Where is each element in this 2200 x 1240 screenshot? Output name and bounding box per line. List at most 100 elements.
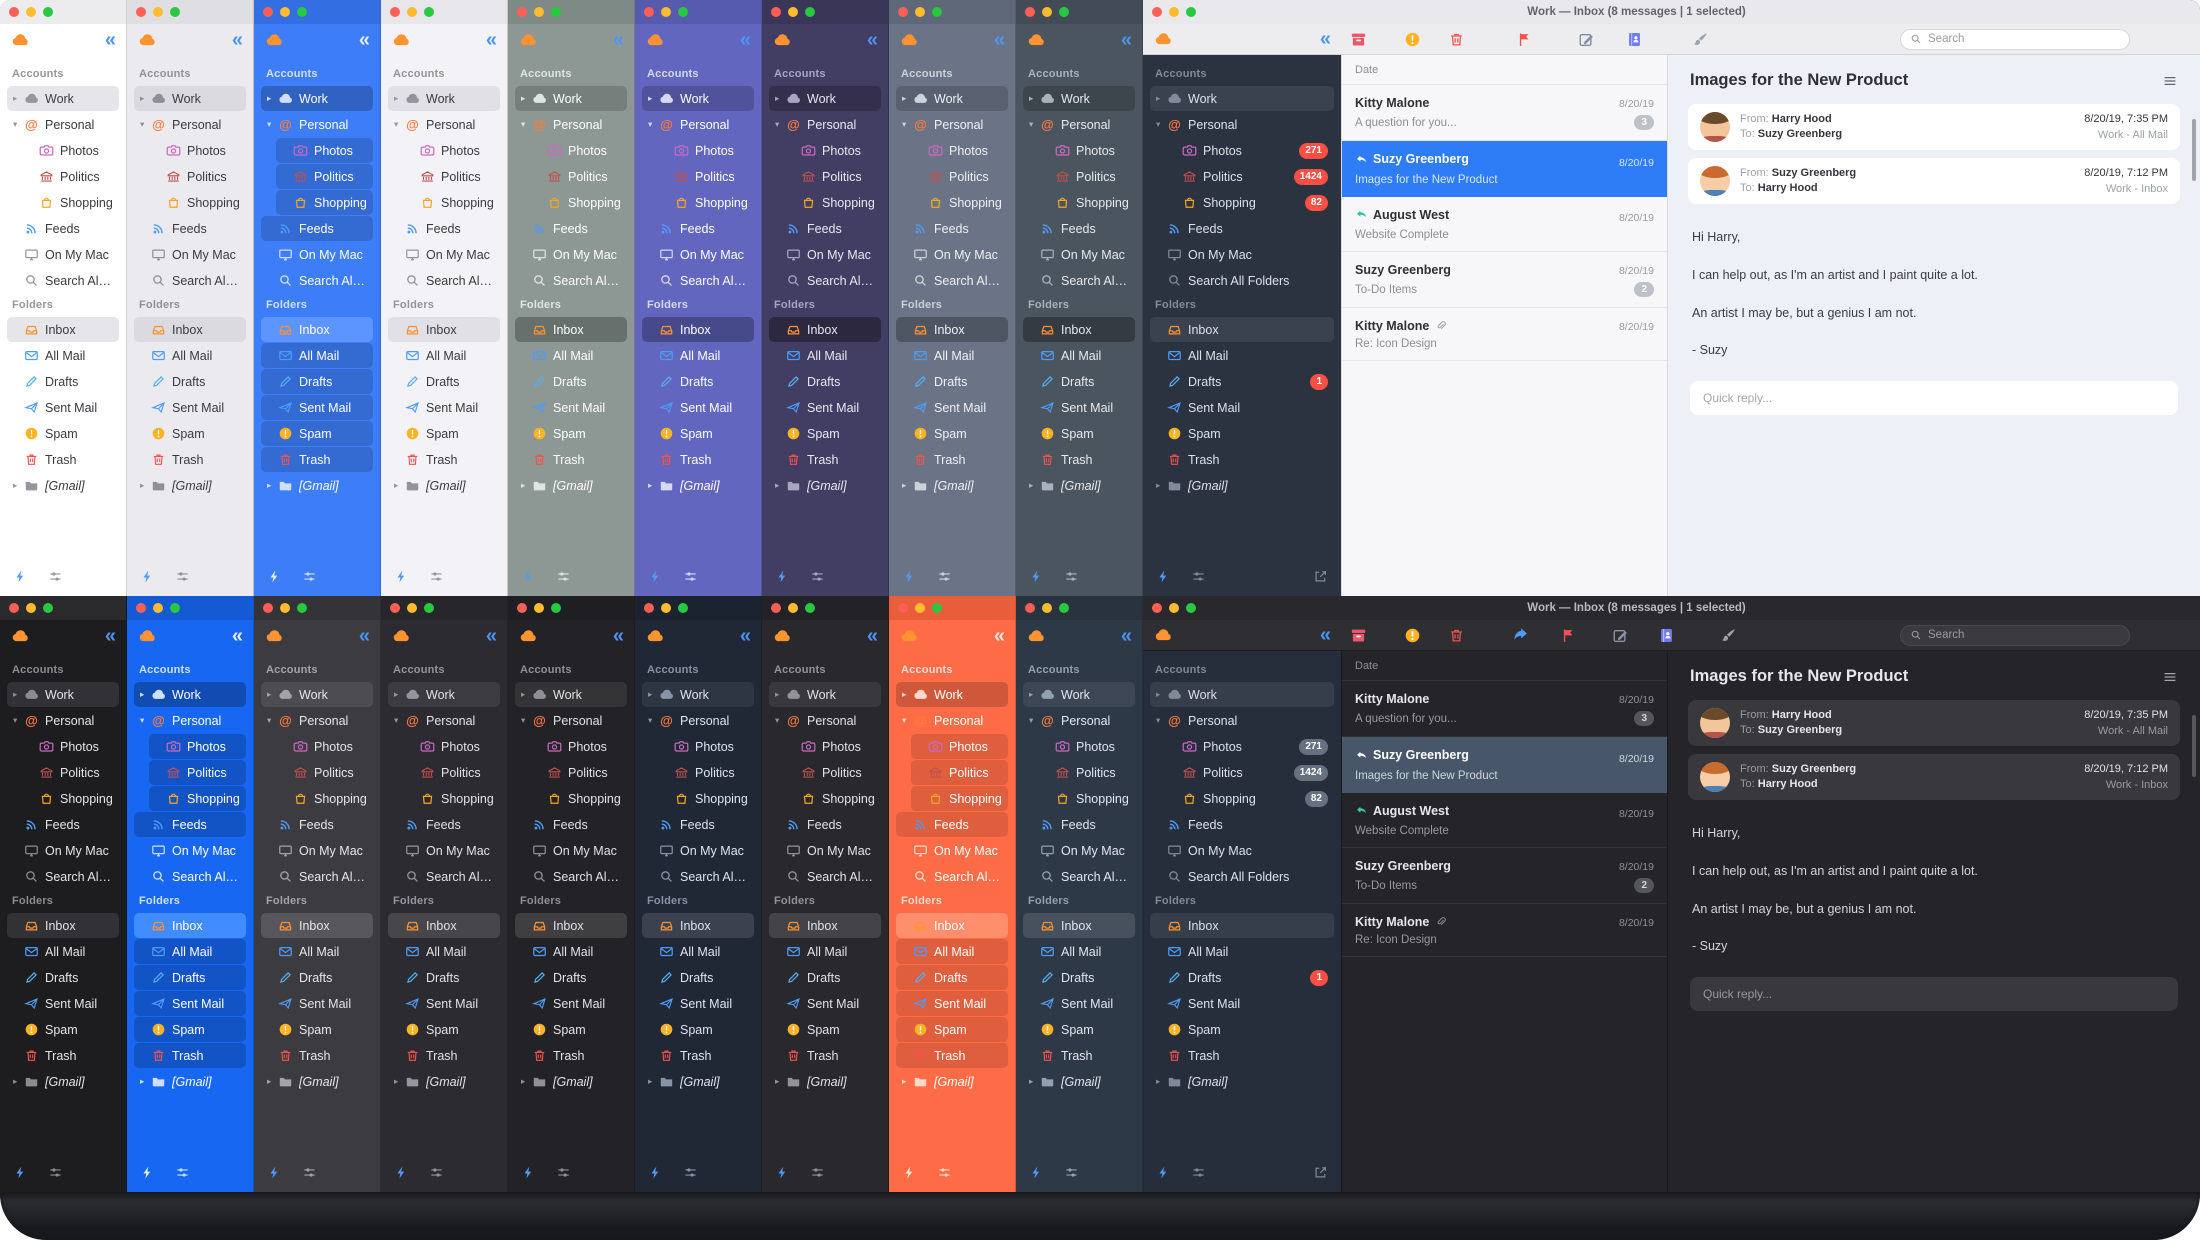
sidebar-item-work[interactable]: ▸Work <box>1150 86 1334 111</box>
disclosure-icon[interactable]: ▸ <box>13 481 24 490</box>
sidebar-item-sent-mail[interactable]: Sent Mail <box>134 395 246 420</box>
sidebar-item-work[interactable]: ▸Work <box>896 86 1008 111</box>
cloud-icon[interactable] <box>1027 627 1045 645</box>
sidebar-item-search-all-folders[interactable]: Search All Folders <box>1150 864 1334 889</box>
lightning-icon[interactable] <box>648 569 663 584</box>
sidebar-item-politics[interactable]: Politics <box>911 164 1008 189</box>
sidebar-item-photos[interactable]: Photos <box>530 734 627 759</box>
sidebar-item-on-my-mac[interactable]: On My Mac <box>134 838 246 863</box>
sidebar-item-drafts[interactable]: Drafts <box>261 965 373 990</box>
disclosure-icon[interactable]: ▸ <box>1156 690 1167 699</box>
collapse-sidebar-icon[interactable]: « <box>1121 626 1131 646</box>
message-list-item[interactable]: August West8/20/19Website Complete <box>1342 793 1667 849</box>
sidebar-item-politics[interactable]: Politics1424 <box>1165 760 1334 785</box>
sidebar-item-spam[interactable]: Spam <box>1023 1017 1135 1042</box>
sidebar-item-trash[interactable]: Trash <box>896 1043 1008 1068</box>
disclosure-icon[interactable]: ▾ <box>1156 120 1167 129</box>
sidebar-item-photos[interactable]: Photos <box>1038 734 1135 759</box>
sidebar-item-politics[interactable]: Politics <box>911 760 1008 785</box>
disclosure-icon[interactable]: ▸ <box>267 94 278 103</box>
sliders-icon[interactable] <box>556 569 571 584</box>
sliders-icon[interactable] <box>937 569 952 584</box>
sliders-icon[interactable] <box>1064 569 1079 584</box>
sidebar-item-personal[interactable]: ▾@Personal <box>388 708 500 733</box>
cloud-icon[interactable] <box>773 31 791 49</box>
traffic-light-green[interactable] <box>551 7 561 17</box>
sidebar-item-on-my-mac[interactable]: On My Mac <box>515 838 627 863</box>
sidebar-item-gmail[interactable]: ▸[Gmail] <box>1023 473 1135 498</box>
traffic-light-yellow[interactable] <box>1042 7 1052 17</box>
sidebar-item-spam[interactable]: Spam <box>1150 1017 1334 1042</box>
disclosure-icon[interactable]: ▾ <box>13 120 24 129</box>
sidebar-item-gmail[interactable]: ▸[Gmail] <box>134 1069 246 1094</box>
traffic-light-green[interactable] <box>932 603 942 613</box>
message-list-item[interactable]: August West8/20/19Website Complete <box>1342 197 1667 253</box>
disclosure-icon[interactable]: ▸ <box>521 481 532 490</box>
traffic-light-green[interactable] <box>551 603 561 613</box>
traffic-light-yellow[interactable] <box>661 603 671 613</box>
sidebar-item-photos[interactable]: Photos <box>403 138 500 163</box>
message-list-item[interactable]: Suzy Greenberg8/20/19To-Do Items2 <box>1342 848 1667 904</box>
message-list-item[interactable]: Kitty Malone8/20/19Re: Icon Design <box>1342 904 1667 957</box>
sidebar-item-work[interactable]: ▸Work <box>261 682 373 707</box>
cloud-icon[interactable] <box>1154 626 1172 644</box>
cloud-icon[interactable] <box>773 627 791 645</box>
sidebar-item-on-my-mac[interactable]: On My Mac <box>515 242 627 267</box>
sidebar-item-drafts[interactable]: Drafts <box>1023 369 1135 394</box>
sidebar-item-gmail[interactable]: ▸[Gmail] <box>388 1069 500 1094</box>
traffic-light-yellow[interactable] <box>153 7 163 17</box>
sidebar-item-gmail[interactable]: ▸[Gmail] <box>134 473 246 498</box>
traffic-light-yellow[interactable] <box>407 603 417 613</box>
traffic-light-yellow[interactable] <box>534 603 544 613</box>
disclosure-icon[interactable]: ▸ <box>1029 690 1040 699</box>
sidebar-item-feeds[interactable]: Feeds <box>388 216 500 241</box>
sidebar-item-search-all-folders[interactable]: Search All Folders <box>642 268 754 293</box>
sidebar-item-inbox[interactable]: Inbox <box>896 913 1008 938</box>
sidebar-item-photos[interactable]: Photos <box>911 734 1008 759</box>
disclosure-icon[interactable]: ▾ <box>1156 716 1167 725</box>
sliders-icon[interactable] <box>302 569 317 584</box>
traffic-light-red[interactable] <box>9 603 19 613</box>
sidebar-item-shopping[interactable]: Shopping <box>911 190 1008 215</box>
sidebar-item-photos[interactable]: Photos <box>22 734 119 759</box>
collapse-sidebar-icon[interactable]: « <box>105 626 115 646</box>
sidebar-item-spam[interactable]: Spam <box>896 1017 1008 1042</box>
sidebar-item-feeds[interactable]: Feeds <box>7 216 119 241</box>
sidebar-item-inbox[interactable]: Inbox <box>388 317 500 342</box>
sidebar-item-drafts[interactable]: Drafts <box>769 369 881 394</box>
sidebar-item-politics[interactable]: Politics <box>1038 760 1135 785</box>
sidebar-item-spam[interactable]: Spam <box>7 421 119 446</box>
disclosure-icon[interactable]: ▸ <box>140 481 151 490</box>
sidebar-item-politics[interactable]: Politics <box>784 164 881 189</box>
sidebar-item-politics[interactable]: Politics <box>22 164 119 189</box>
sidebar-item-all-mail[interactable]: All Mail <box>769 343 881 368</box>
traffic-light-yellow[interactable] <box>534 7 544 17</box>
disclosure-icon[interactable]: ▸ <box>13 94 24 103</box>
brush-toolbar-icon[interactable] <box>1691 30 1709 48</box>
trash-toolbar-icon[interactable] <box>1447 30 1465 48</box>
sidebar-item-spam[interactable]: Spam <box>642 1017 754 1042</box>
sidebar-item-trash[interactable]: Trash <box>515 1043 627 1068</box>
sidebar-item-inbox[interactable]: Inbox <box>515 913 627 938</box>
sidebar-item-shopping[interactable]: Shopping <box>784 190 881 215</box>
sidebar-item-all-mail[interactable]: All Mail <box>896 343 1008 368</box>
lightning-icon[interactable] <box>521 1165 536 1180</box>
collapse-sidebar-icon[interactable]: « <box>105 30 115 50</box>
sidebar-item-photos[interactable]: Photos <box>1038 138 1135 163</box>
message-header-card[interactable]: From: Harry HoodTo: Suzy Greenberg8/20/1… <box>1688 700 2180 746</box>
lightning-icon[interactable] <box>1156 1165 1171 1180</box>
sidebar-item-trash[interactable]: Trash <box>134 1043 246 1068</box>
cloud-icon[interactable] <box>138 627 156 645</box>
sidebar-item-sent-mail[interactable]: Sent Mail <box>896 991 1008 1016</box>
sidebar-item-on-my-mac[interactable]: On My Mac <box>261 242 373 267</box>
sidebar-item-trash[interactable]: Trash <box>1150 1043 1334 1068</box>
sliders-icon[interactable] <box>429 569 444 584</box>
sidebar-item-politics[interactable]: Politics <box>657 164 754 189</box>
sidebar-item-inbox[interactable]: Inbox <box>7 317 119 342</box>
sidebar-item-personal[interactable]: ▾@Personal <box>7 112 119 137</box>
sidebar-item-trash[interactable]: Trash <box>1023 1043 1135 1068</box>
sidebar-item-photos[interactable]: Photos <box>657 734 754 759</box>
sliders-icon[interactable] <box>810 569 825 584</box>
sidebar-item-personal[interactable]: ▾@Personal <box>515 708 627 733</box>
sidebar-item-gmail[interactable]: ▸[Gmail] <box>642 473 754 498</box>
